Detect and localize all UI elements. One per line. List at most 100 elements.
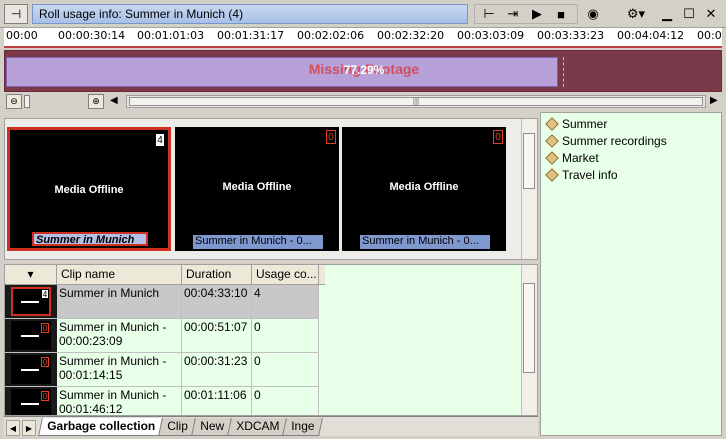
sort-column-header[interactable]: ▾ [5, 265, 57, 285]
window-title: Roll usage info: Summer in Munich (4) [32, 4, 468, 24]
usage-count-badge: 0 [493, 130, 503, 144]
bottom-tab-bar: ◀ ▶ Garbage collection Clip New XDCAM In… [4, 416, 538, 436]
tab-scroll-left-icon[interactable]: ◀ [6, 420, 20, 436]
bin-item[interactable]: Travel info [541, 166, 721, 183]
cell-clip-name: Summer in Munich - 00:01:46:12 [57, 387, 182, 415]
maximize-icon[interactable]: ☐ [678, 4, 700, 24]
thumbnail-label: Summer in Munich [32, 232, 148, 246]
bin-list: Summer Summer recordings Market Travel i… [540, 112, 722, 436]
bin-icon [545, 116, 559, 131]
tab-scroll-right-icon[interactable]: ▶ [22, 420, 36, 436]
bin-item[interactable]: Summer [541, 115, 721, 132]
thumbnail-panel: Media Offline 4 Summer in Munich Media O… [4, 118, 538, 260]
scrollbar-thumb[interactable]: ||| [129, 97, 703, 106]
cell-duration: 00:01:11:06 [182, 387, 252, 415]
usage-count-badge: 0 [326, 130, 336, 144]
row-count-badge: 0 [41, 357, 49, 367]
bin-icon [545, 133, 559, 148]
title-bar: ⊣ Roll usage info: Summer in Munich (4) … [0, 0, 726, 28]
row-count-badge: 4 [41, 289, 49, 299]
cell-usage-count: 0 [252, 319, 319, 352]
view-eye-icon[interactable]: ◉ [582, 4, 604, 24]
zoom-slider-handle[interactable] [24, 95, 30, 108]
ruler-timecode: 00:02:32:20 [377, 29, 445, 42]
ruler-timecode: 00:01:31:17 [217, 29, 285, 42]
tab-new[interactable]: New [190, 418, 233, 436]
tab-ingest[interactable]: Inge [282, 418, 324, 436]
ruler-timecode: 00:02:02:06 [297, 29, 365, 42]
go-to-start-icon[interactable]: ⊢ [478, 4, 500, 24]
cell-clip-name: Summer in Munich - 00:01:14:15 [57, 353, 182, 386]
zoom-out-icon[interactable]: ⊖ [6, 94, 22, 109]
timecode-ruler[interactable]: 00:00 00:00:30:14 00:01:01:03 00:01:31:1… [4, 28, 722, 48]
cell-usage-count: 0 [252, 353, 319, 386]
clip-table: ▾ Clip name Duration Usage co... 4 Summe… [4, 264, 538, 416]
bin-label: Travel info [562, 167, 618, 182]
ruler-timecode: 00:04:04:12 [617, 29, 685, 42]
ruler-timecode: 00:04:3 [697, 29, 722, 42]
cell-duration: 00:00:51:07 [182, 319, 252, 352]
cell-usage-count: 0 [252, 387, 319, 415]
usage-count-badge: 4 [155, 133, 165, 147]
row-thumbnail: 0 [5, 353, 57, 386]
bin-label: Summer [562, 116, 608, 131]
row-count-badge: 0 [41, 323, 49, 333]
close-icon[interactable]: ✕ [700, 4, 722, 24]
bin-item[interactable]: Market [541, 149, 721, 166]
media-offline-text: Media Offline [222, 181, 292, 193]
bin-label: Market [562, 150, 599, 165]
scrollbar-thumb[interactable] [523, 133, 535, 189]
thumbnail-vertical-scrollbar[interactable] [521, 119, 537, 259]
table-row[interactable]: 0 Summer in Munich - 00:01:14:15 00:00:3… [5, 353, 319, 387]
ruler-timecode: 00:03:33:23 [537, 29, 605, 42]
bin-icon [545, 167, 559, 182]
usage-track[interactable]: Missing Footage 77.29% [4, 50, 722, 92]
row-thumbnail: 4 [5, 285, 57, 318]
column-header-duration[interactable]: Duration [182, 265, 252, 285]
usage-percent: 77.29% [343, 63, 385, 77]
scrollbar-thumb[interactable] [523, 283, 535, 373]
ruler-timecode: 00:00:30:14 [58, 29, 126, 42]
clip-thumbnail[interactable]: Media Offline 4 Summer in Munich [7, 127, 171, 251]
minimize-icon[interactable]: ▁ [656, 4, 678, 24]
cell-duration: 00:00:31:23 [182, 353, 252, 386]
ruler-timecode: 00:00 [6, 29, 38, 42]
ruler-timecode: 00:03:03:09 [457, 29, 525, 42]
media-offline-text: Media Offline [389, 181, 459, 193]
cell-clip-name: Summer in Munich [57, 285, 182, 318]
bin-item[interactable]: Summer recordings [541, 132, 721, 149]
table-row[interactable]: 4 Summer in Munich 00:04:33:10 4 [5, 285, 319, 319]
zoom-row: ⊖ ⊕ ◀ ||| ▶ [4, 93, 722, 111]
table-vertical-scrollbar[interactable] [521, 265, 537, 415]
media-offline-text: Media Offline [54, 184, 124, 196]
table-header: ▾ Clip name Duration Usage co... [5, 265, 325, 285]
settings-dropdown-icon[interactable]: ⚙▾ [620, 4, 652, 24]
zoom-in-icon[interactable]: ⊕ [88, 94, 104, 109]
step-to-end-icon[interactable]: ⇥ [502, 4, 524, 24]
tab-garbage-collection[interactable]: Garbage collection [38, 418, 164, 436]
row-count-badge: 0 [41, 391, 49, 401]
table-row[interactable]: 0 Summer in Munich - 00:01:46:12 00:01:1… [5, 387, 319, 415]
table-row[interactable]: 0 Summer in Munich - 00:00:23:09 00:00:5… [5, 319, 319, 353]
column-header-usage-count[interactable]: Usage co... [252, 265, 319, 285]
thumbnail-label: Summer in Munich - 0... [193, 235, 323, 249]
scroll-left-icon[interactable]: ◀ [110, 95, 118, 106]
thumbnail-label: Summer in Munich - 0... [360, 235, 490, 249]
tab-xdcam[interactable]: XDCAM [226, 418, 288, 436]
cell-duration: 00:04:33:10 [182, 285, 252, 318]
cell-clip-name: Summer in Munich - 00:00:23:09 [57, 319, 182, 352]
column-header-clip-name[interactable]: Clip name [57, 265, 182, 285]
bin-icon [545, 150, 559, 165]
cell-usage-count: 4 [252, 285, 319, 318]
bin-label: Summer recordings [562, 133, 667, 148]
row-thumbnail: 0 [5, 387, 57, 415]
ruler-timecode: 00:01:01:03 [137, 29, 205, 42]
stop-icon[interactable]: ■ [550, 4, 572, 24]
pin-icon[interactable]: ⊣ [4, 4, 28, 24]
clip-thumbnail[interactable]: Media Offline 0 Summer in Munich - 0... [175, 127, 339, 251]
horizontal-scrollbar[interactable]: ||| [126, 95, 706, 108]
play-icon[interactable]: ▶ [526, 4, 548, 24]
scroll-right-icon[interactable]: ▶ [710, 95, 718, 106]
clip-thumbnail[interactable]: Media Offline 0 Summer in Munich - 0... [342, 127, 506, 251]
row-thumbnail: 0 [5, 319, 57, 352]
